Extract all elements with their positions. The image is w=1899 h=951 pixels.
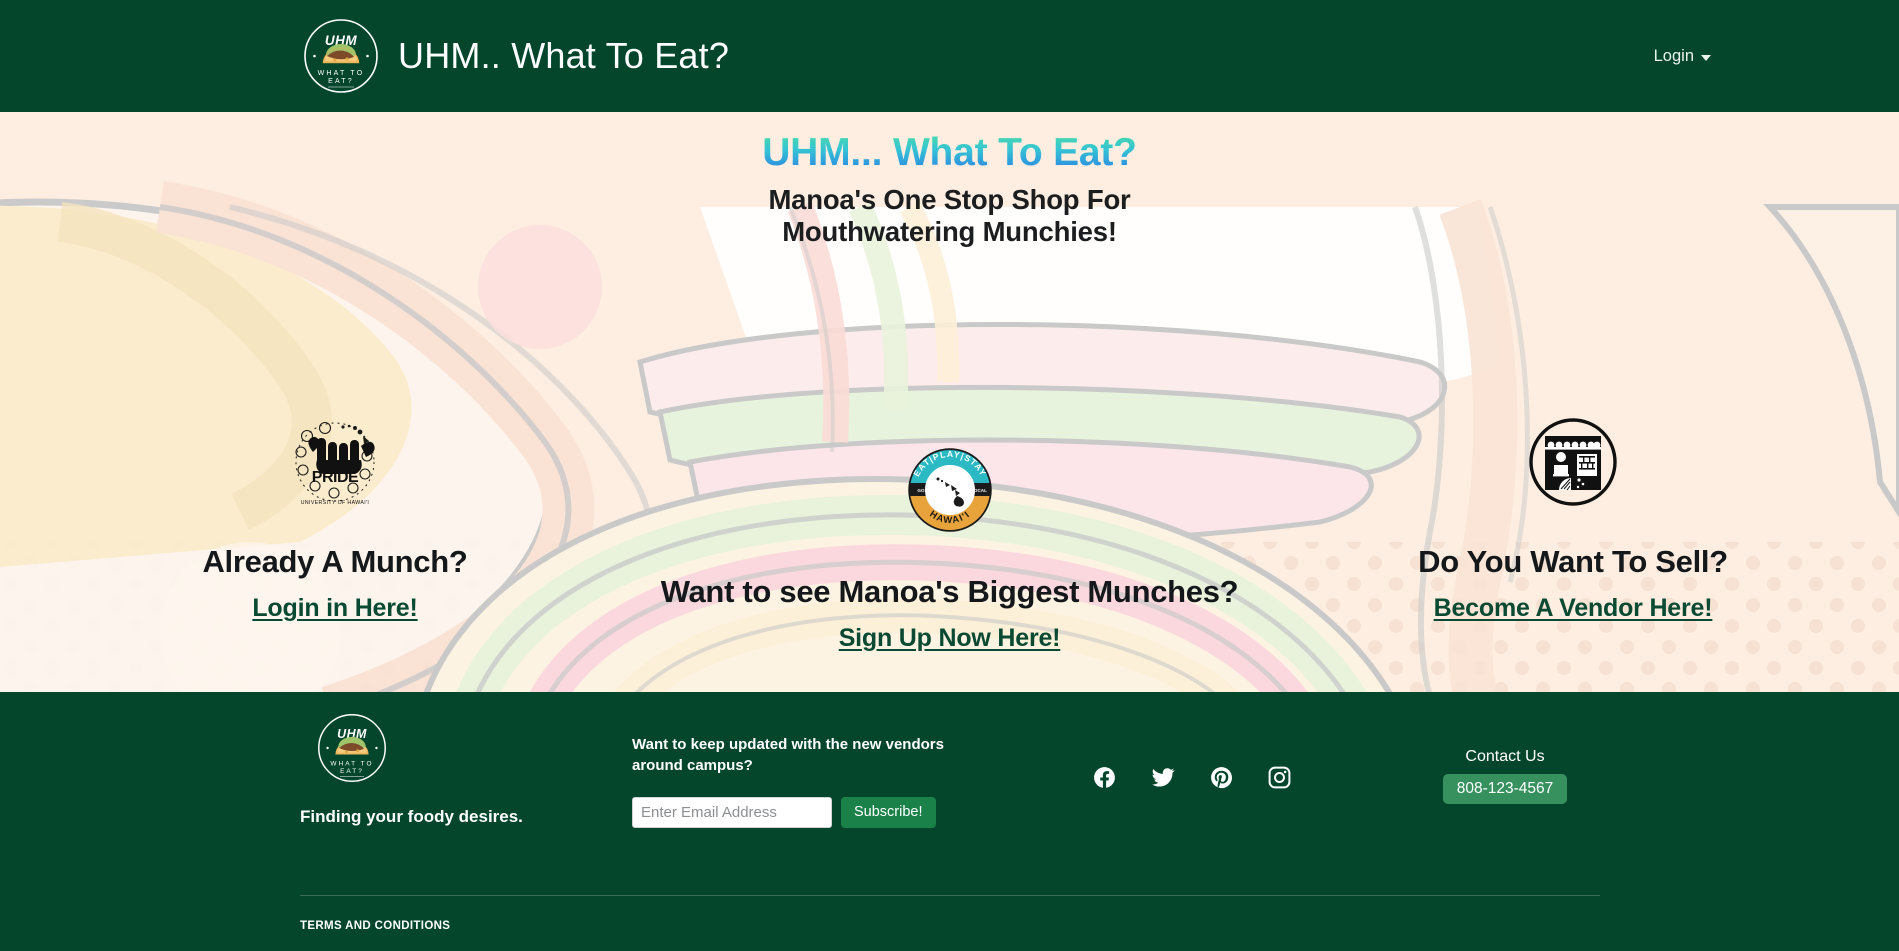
hero-column-vendor: Do You Want To Sell? Become A Vendor Her… xyxy=(1358,412,1788,623)
footer-divider xyxy=(300,895,1600,896)
hero-column-login: PRIDE UNIVERSITY OF HAWAI'I Already A Mu… xyxy=(120,412,550,623)
vendor-market-stall-icon xyxy=(1358,412,1788,517)
subscribe-button[interactable]: Subscribe! xyxy=(841,796,936,828)
facebook-icon[interactable] xyxy=(1092,765,1117,790)
svg-text:GO: GO xyxy=(917,488,925,493)
hero-column-vendor-heading: Do You Want To Sell? xyxy=(1418,544,1728,579)
contact-label: Contact Us xyxy=(1465,748,1545,765)
footer-brand: UHM WHAT TO EAT? Finding your foody desi… xyxy=(300,712,550,827)
contact-block: Contact Us 808-123-4567 xyxy=(1410,748,1600,804)
brand-home-link[interactable]: UHM WHAT TO EAT? UHM.. What To Eat? xyxy=(302,17,729,95)
pinterest-icon[interactable] xyxy=(1209,765,1234,790)
sign-up-now-link[interactable]: Sign Up Now Here! xyxy=(839,624,1061,653)
svg-text:UNIVERSITY OF HAWAI'I: UNIVERSITY OF HAWAI'I xyxy=(301,500,370,506)
login-dropdown[interactable]: Login xyxy=(1654,47,1711,66)
social-links xyxy=(1092,764,1292,790)
become-vendor-link[interactable]: Become A Vendor Here! xyxy=(1434,594,1713,623)
footer-tagline: Finding your foody desires. xyxy=(300,807,523,826)
hero-section: UHM... What To Eat? Manoa's One Stop Sho… xyxy=(0,112,1899,692)
site-footer: UHM WHAT TO EAT? Finding your foody desi… xyxy=(0,692,1899,951)
hero-title: UHM... What To Eat? xyxy=(0,130,1899,176)
uhm-taco-logo-icon: UHM WHAT TO EAT? xyxy=(302,17,380,95)
hero-column-signup-heading: Want to see Manoa's Biggest Munches? xyxy=(660,574,1239,609)
newsletter-text: Want to keep updated with the new vendor… xyxy=(632,736,944,775)
hero-column-login-heading: Already A Munch? xyxy=(202,544,468,579)
svg-text:WHAT TO: WHAT TO xyxy=(318,70,365,77)
hero-subtitle-line-1: Manoa's One Stop Shop For xyxy=(768,184,1131,216)
login-here-link[interactable]: Login in Here! xyxy=(252,594,417,623)
hero-subtitle-line-2: Mouthwatering Munchies! xyxy=(782,216,1117,248)
phone-button[interactable]: 808-123-4567 xyxy=(1442,774,1568,804)
svg-text:PRIDE: PRIDE xyxy=(312,469,359,486)
hero-heading-block: UHM... What To Eat? Manoa's One Stop Sho… xyxy=(0,130,1899,248)
chevron-down-icon xyxy=(1701,54,1711,61)
email-field[interactable] xyxy=(632,796,832,828)
uh-pride-shaka-icon: PRIDE UNIVERSITY OF HAWAI'I xyxy=(120,412,550,517)
newsletter-form: Subscribe! xyxy=(632,796,992,828)
svg-text:EAT?: EAT? xyxy=(328,78,354,85)
hero-column-signup: EAT|PLAY|STAY HAWAI'I GO LOCAL Want to s… xyxy=(612,442,1287,653)
uhm-taco-logo-icon: UHM WHAT TO EAT? xyxy=(316,714,388,788)
hero-subtitle: Manoa's One Stop Shop For Mouthwatering … xyxy=(690,184,1210,248)
navbar-right: Login xyxy=(1654,47,1711,66)
instagram-icon[interactable] xyxy=(1267,765,1292,790)
brand-title: UHM.. What To Eat? xyxy=(398,35,730,76)
svg-text:WHAT TO: WHAT TO xyxy=(330,761,373,768)
eat-play-stay-hawaii-badge-icon: EAT|PLAY|STAY HAWAI'I GO LOCAL xyxy=(612,442,1287,543)
login-label: Login xyxy=(1653,46,1694,65)
newsletter-signup: Want to keep updated with the new vendor… xyxy=(632,734,992,828)
twitter-icon[interactable] xyxy=(1150,764,1176,790)
terms-and-conditions-link[interactable]: TERMS AND CONDITIONS xyxy=(300,920,450,932)
svg-text:LOCAL: LOCAL xyxy=(971,488,987,493)
top-navbar: UHM WHAT TO EAT? UHM.. What To Eat? Logi… xyxy=(0,0,1899,112)
svg-text:EAT?: EAT? xyxy=(340,768,364,775)
